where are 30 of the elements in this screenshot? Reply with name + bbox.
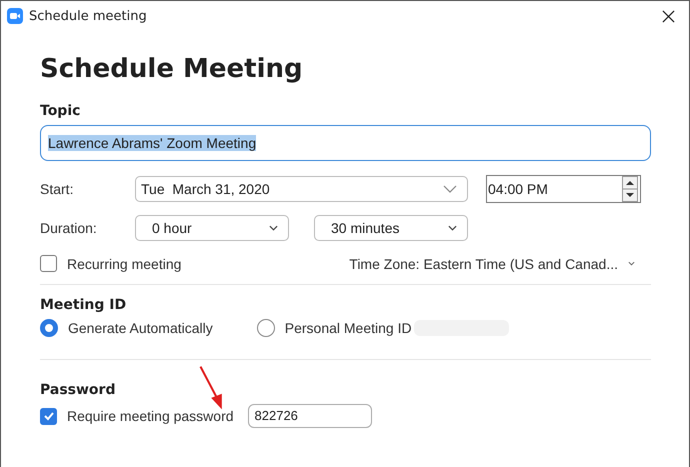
spinner-icon[interactable] — [622, 176, 638, 202]
topic-field[interactable]: Lawrence Abrams' Zoom Meeting — [40, 125, 651, 161]
chevron-down-icon — [448, 225, 457, 231]
chevron-down-icon — [443, 185, 457, 193]
chevron-down-icon — [628, 261, 635, 266]
time-zone-dropdown[interactable]: Time Zone: Eastern Time (US and Canad... — [349, 256, 635, 272]
password-field[interactable]: 822726 — [248, 404, 372, 428]
checkbox-label[interactable]: Recurring meeting — [67, 256, 182, 272]
page-heading: Schedule Meeting — [40, 53, 304, 85]
field-label: Start: — [40, 181, 74, 197]
window-title: Schedule meeting — [29, 8, 148, 24]
section-label: Meeting ID — [40, 297, 128, 313]
hours-dropdown[interactable]: 0 hour — [135, 215, 289, 241]
minutes-dropdown[interactable]: 30 minutes — [314, 215, 468, 241]
chevron-down-icon — [269, 225, 278, 231]
checkbox[interactable] — [40, 408, 57, 424]
section-label: Topic — [40, 103, 82, 119]
checkbox[interactable] — [40, 255, 57, 272]
checkbox-label[interactable]: Require meeting password — [67, 408, 234, 424]
checkmark-icon — [42, 410, 54, 422]
date-dropdown[interactable]: Tue March 31, 2020 — [135, 176, 468, 202]
radio-button[interactable] — [40, 319, 58, 337]
radio-label[interactable]: Personal Meeting ID — [284, 320, 412, 336]
field-label: Duration: — [40, 220, 98, 236]
section-label: Password — [40, 382, 116, 398]
close-icon[interactable] — [662, 10, 675, 22]
video-camera-icon — [7, 8, 23, 24]
radio-label[interactable]: Generate Automatically — [68, 320, 213, 336]
radio-button[interactable] — [256, 319, 275, 337]
time-field[interactable]: 04:00 PM — [486, 175, 641, 203]
